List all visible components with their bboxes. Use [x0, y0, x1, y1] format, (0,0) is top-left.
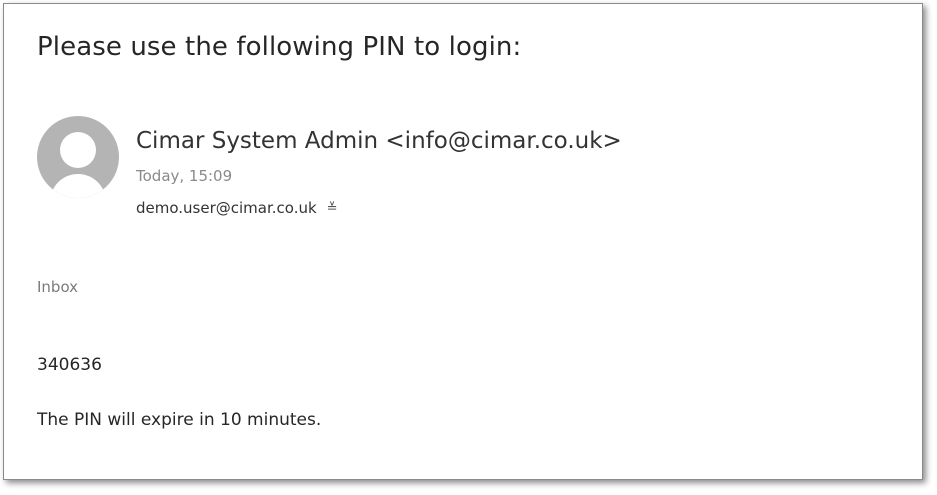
- avatar-body-shape: [50, 174, 106, 198]
- recipients-row: demo.user@cimar.co.uk ≚: [136, 199, 338, 217]
- folder-label[interactable]: Inbox: [37, 278, 78, 296]
- avatar-head-shape: [60, 132, 96, 168]
- email-timestamp: Today, 15:09: [136, 167, 233, 185]
- pin-expiry-note: The PIN will expire in 10 minutes.: [37, 410, 322, 430]
- sender-name[interactable]: Cimar System Admin <info@cimar.co.uk>: [136, 128, 622, 154]
- double-chevron-down-icon[interactable]: ≚: [327, 201, 338, 216]
- pin-code: 340636: [37, 355, 102, 375]
- email-subject: Please use the following PIN to login:: [37, 32, 522, 62]
- email-message-window: Please use the following PIN to login: C…: [3, 3, 923, 480]
- sender-avatar[interactable]: [37, 116, 119, 198]
- recipient-address[interactable]: demo.user@cimar.co.uk: [136, 199, 317, 217]
